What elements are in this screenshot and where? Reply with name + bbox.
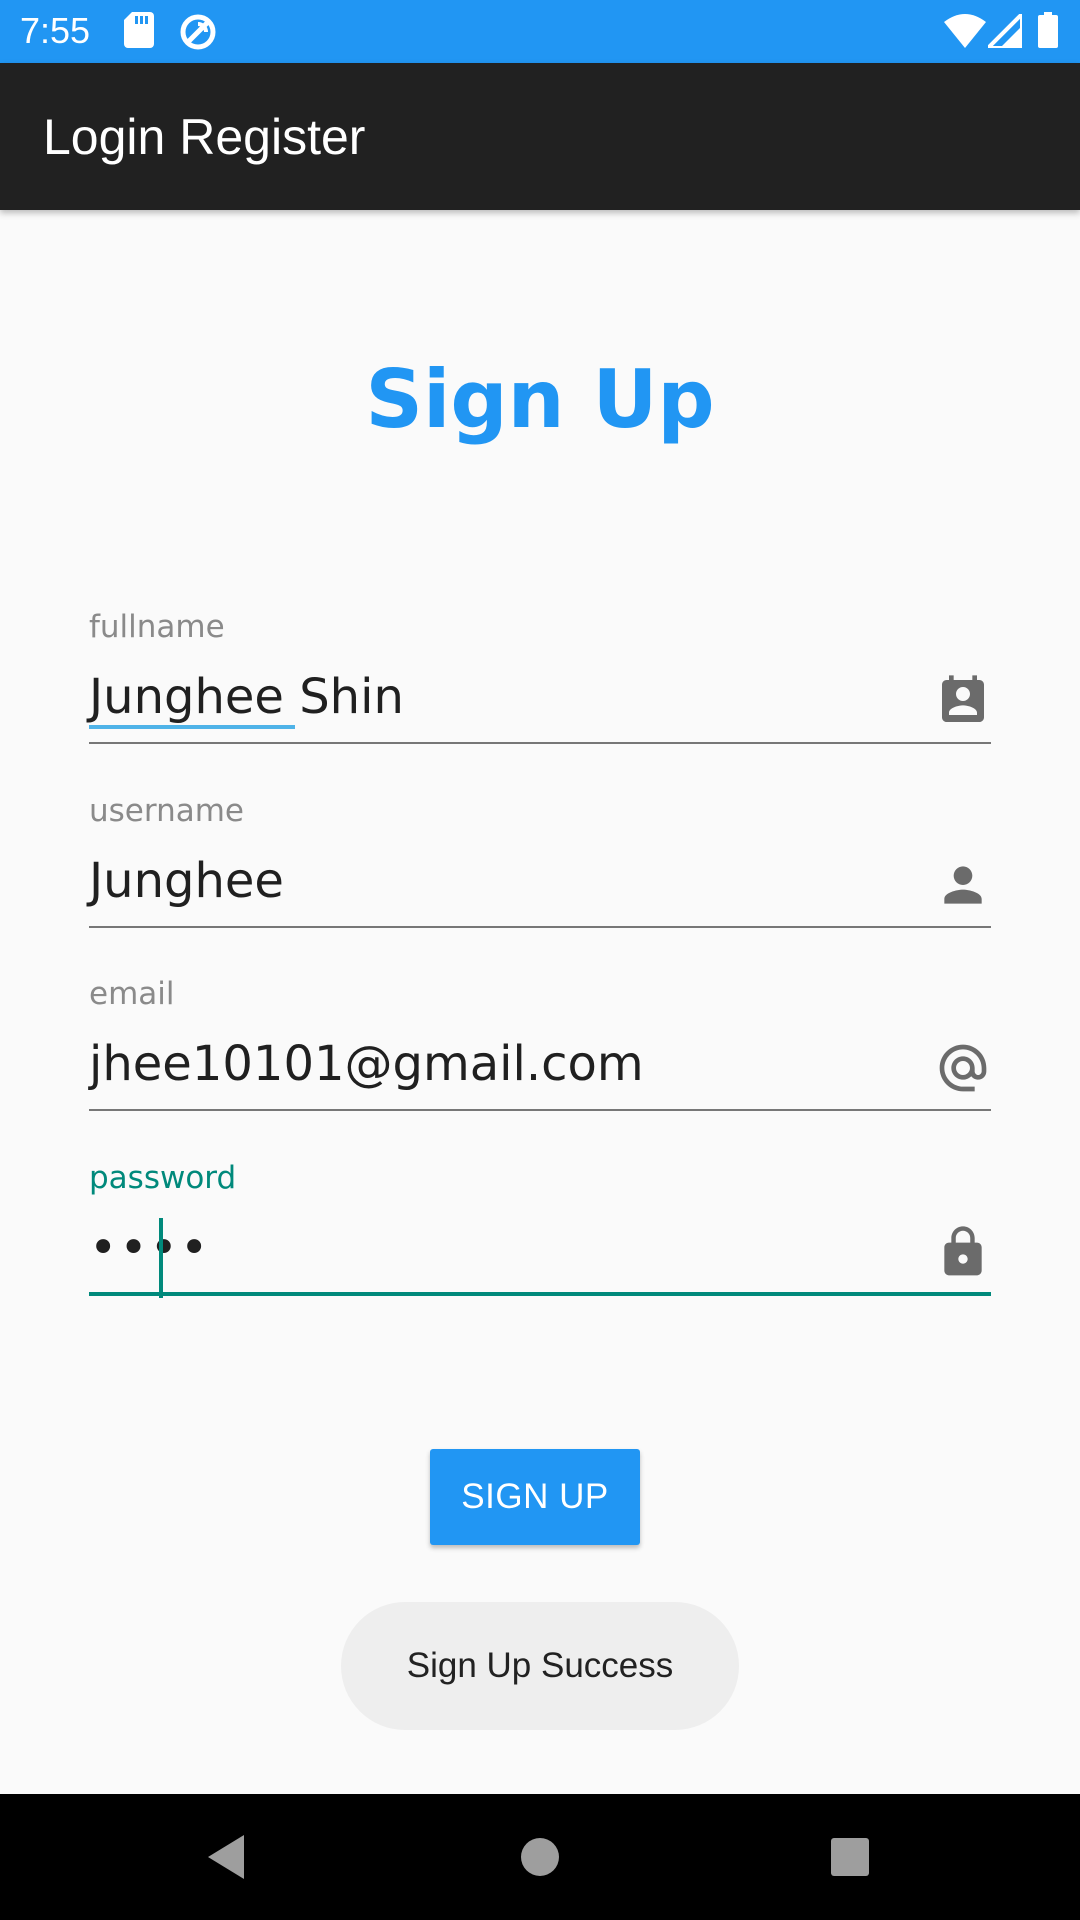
status-time: 7:55	[20, 10, 91, 51]
person-icon	[944, 866, 982, 904]
spellcheck-underline	[89, 725, 295, 729]
text-cursor	[159, 1218, 163, 1298]
toast-message: Sign Up Success	[341, 1602, 739, 1730]
app-title: Login Register	[43, 109, 366, 165]
username-underline	[89, 926, 991, 928]
email-label: email	[89, 976, 175, 1012]
battery-icon	[1038, 12, 1058, 48]
fullname-field[interactable]: fullname Junghee Shin	[89, 609, 991, 769]
app-bar: Login Register	[0, 63, 1080, 210]
email-underline	[89, 1109, 991, 1111]
back-icon[interactable]	[200, 1827, 260, 1887]
wifi-icon	[944, 14, 986, 48]
at-sign-icon	[939, 1044, 987, 1092]
sync-icon	[180, 14, 216, 50]
email-field[interactable]: email jhee10101@gmail.com	[89, 976, 991, 1136]
fullname-underline	[89, 742, 991, 744]
password-input[interactable]: ••••	[89, 1218, 210, 1278]
navigation-bar	[0, 1794, 1080, 1920]
fullname-label: fullname	[89, 609, 225, 645]
lock-icon	[944, 1226, 982, 1276]
password-label: password	[89, 1160, 237, 1196]
signup-button[interactable]: SIGN UP	[430, 1449, 640, 1545]
status-bar: 7:55	[0, 0, 1080, 63]
fullname-input[interactable]: Junghee Shin	[89, 667, 404, 727]
cellular-signal-icon	[988, 14, 1022, 48]
username-input[interactable]: Junghee	[89, 851, 284, 911]
username-label: username	[89, 793, 244, 829]
recents-icon[interactable]	[820, 1827, 880, 1887]
app-screen: 7:55 Login Register Sign Up fullname Jun…	[0, 0, 1080, 1920]
password-underline	[89, 1292, 991, 1296]
home-icon[interactable]	[510, 1827, 570, 1887]
password-field[interactable]: password ••••	[89, 1160, 991, 1320]
email-input[interactable]: jhee10101@gmail.com	[89, 1034, 644, 1094]
contact-card-icon	[942, 675, 984, 722]
username-field[interactable]: username Junghee	[89, 793, 991, 953]
sd-card-icon	[124, 12, 154, 48]
page-title: Sign Up	[365, 353, 715, 446]
